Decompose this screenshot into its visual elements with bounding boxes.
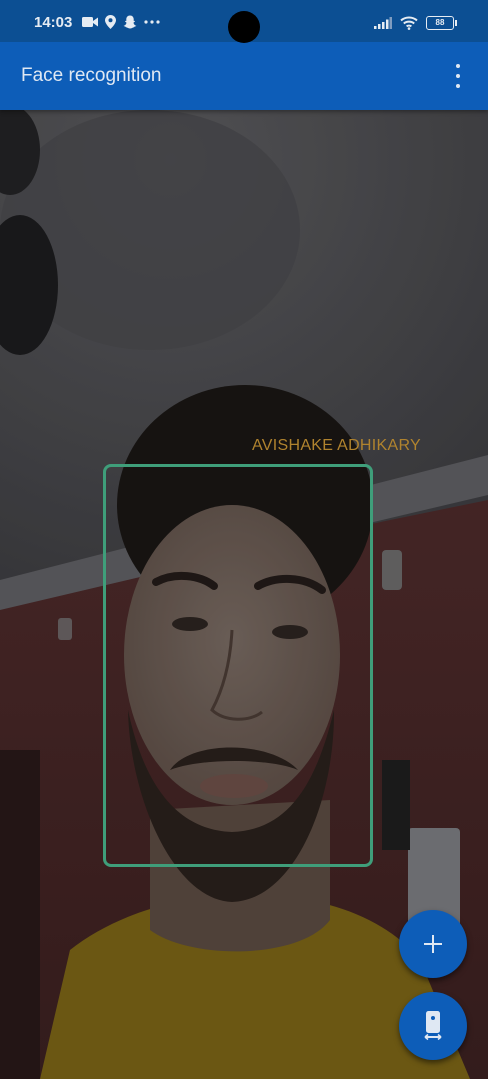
- status-system-icons: 88: [374, 16, 457, 30]
- switch-camera-button[interactable]: [399, 992, 467, 1060]
- overflow-menu-icon[interactable]: [450, 64, 466, 88]
- face-detection-box: [103, 464, 373, 867]
- battery-icon: 88: [426, 16, 457, 30]
- more-dots-icon: [144, 20, 160, 24]
- wifi-icon: [400, 16, 418, 30]
- recognized-name-label: AVISHAKE ADHIKARY: [252, 437, 422, 454]
- location-icon: [105, 15, 116, 29]
- front-camera-cutout: [228, 11, 260, 43]
- app-title: Face recognition: [21, 65, 162, 86]
- video-icon: [82, 17, 98, 27]
- app-bar: Face recognition: [0, 42, 488, 110]
- switch-camera-icon: [424, 1011, 442, 1041]
- status-time: 14:03: [34, 14, 73, 31]
- snapchat-icon: [123, 15, 137, 29]
- status-notification-icons: [82, 15, 160, 29]
- signal-icon: [374, 17, 392, 29]
- add-icon: [424, 935, 442, 953]
- status-bar: 14:03 88: [0, 0, 488, 43]
- add-face-button[interactable]: [399, 910, 467, 978]
